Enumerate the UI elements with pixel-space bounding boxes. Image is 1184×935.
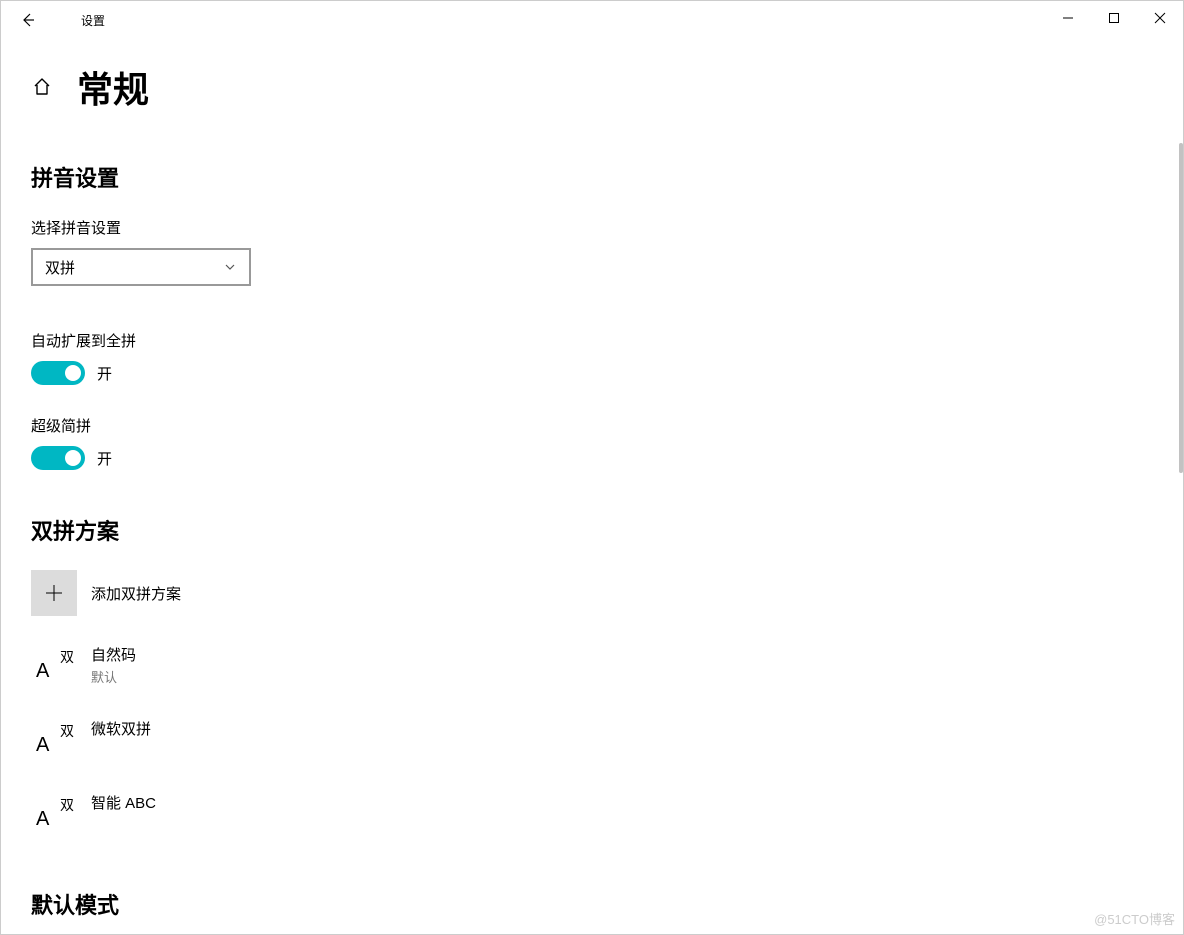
auto-expand-state: 开 (97, 363, 112, 384)
scheme-item-zhinengabc[interactable]: 双A 智能 ABC (31, 792, 1179, 838)
shuangpin-icon: 双A (31, 718, 77, 764)
select-pinyin-label: 选择拼音设置 (31, 217, 1179, 238)
home-button[interactable] (31, 76, 53, 98)
shuangpin-icon: 双A (31, 792, 77, 838)
close-icon (1154, 12, 1166, 24)
toggle-knob (65, 365, 81, 381)
scheme-item-microsoft[interactable]: 双A 微软双拼 (31, 718, 1179, 764)
section-pinyin-title: 拼音设置 (31, 161, 1179, 193)
auto-expand-toggle[interactable] (31, 361, 85, 385)
section-scheme-title: 双拼方案 (31, 514, 1179, 546)
scheme-name: 微软双拼 (91, 718, 151, 739)
maximize-button[interactable] (1091, 1, 1137, 35)
add-scheme-row[interactable]: 添加双拼方案 (31, 570, 1179, 616)
page-header: 常规 (31, 61, 1179, 113)
scheme-name: 智能 ABC (91, 792, 156, 813)
arrow-left-icon (20, 12, 36, 28)
window-title: 设置 (55, 12, 105, 29)
chevron-down-icon (223, 260, 237, 274)
page-title: 常规 (77, 61, 149, 113)
add-scheme-label: 添加双拼方案 (91, 583, 181, 604)
section-default-title: 默认模式 (31, 888, 1179, 920)
home-icon (32, 77, 52, 97)
super-jianpin-row: 开 (31, 446, 1179, 470)
scheme-name: 自然码 (91, 644, 136, 665)
super-jianpin-state: 开 (97, 448, 112, 469)
add-scheme-button[interactable] (31, 570, 77, 616)
watermark: @51CTO博客 (1094, 909, 1175, 928)
super-jianpin-toggle[interactable] (31, 446, 85, 470)
titlebar: 设置 (1, 1, 1183, 39)
minimize-icon (1062, 12, 1074, 24)
scheme-item-ziranma[interactable]: 双A 自然码 默认 (31, 644, 1179, 690)
pinyin-mode-select[interactable]: 双拼 (31, 248, 251, 286)
settings-window: 设置 常规 拼音设置 选择拼音设置 双拼 自动扩展到全拼 (0, 0, 1184, 935)
close-button[interactable] (1137, 1, 1183, 35)
content-area: 常规 拼音设置 选择拼音设置 双拼 自动扩展到全拼 开 超级简拼 开 双拼方案 … (31, 61, 1179, 934)
auto-expand-label: 自动扩展到全拼 (31, 330, 1179, 351)
minimize-button[interactable] (1045, 1, 1091, 35)
scrollbar[interactable] (1179, 143, 1183, 473)
plus-icon (44, 583, 64, 603)
super-jianpin-label: 超级简拼 (31, 415, 1179, 436)
shuangpin-icon: 双A (31, 644, 77, 690)
scheme-section: 双拼方案 添加双拼方案 双A 自然码 默认 双A (31, 514, 1179, 838)
back-button[interactable] (1, 1, 55, 39)
maximize-icon (1108, 12, 1120, 24)
scheme-sub: 默认 (91, 667, 136, 686)
pinyin-mode-value: 双拼 (45, 257, 75, 278)
auto-expand-row: 开 (31, 361, 1179, 385)
toggle-knob (65, 450, 81, 466)
window-controls (1045, 1, 1183, 35)
